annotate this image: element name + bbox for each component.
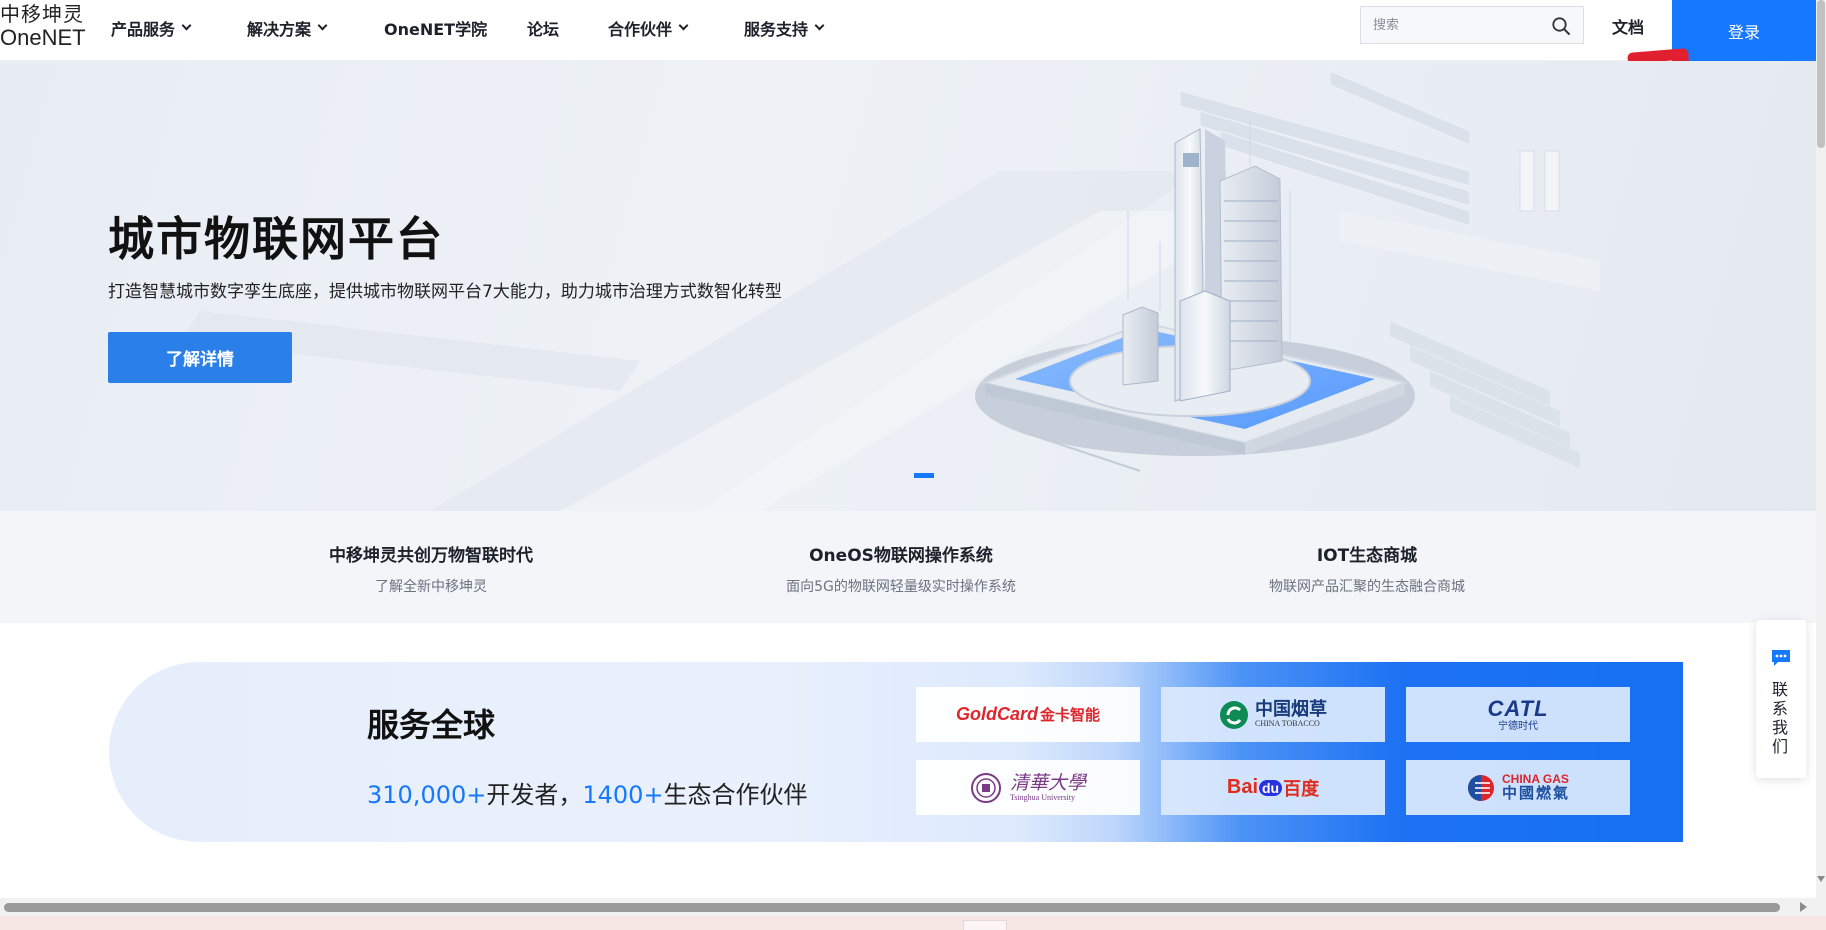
partner-logo-baidu: Bai du 百度 bbox=[1161, 760, 1385, 815]
chinagas-cn: 中國燃氣 bbox=[1501, 783, 1570, 802]
search-input[interactable] bbox=[1361, 7, 1541, 43]
tobacco-emblem-icon bbox=[1220, 700, 1248, 729]
nav-item-support[interactable]: 服务支持 bbox=[744, 16, 825, 40]
nav-item-label: 合作伙伴 bbox=[608, 20, 673, 39]
nav-item-label: 论坛 bbox=[527, 20, 560, 39]
feature-title: IOT生态商城 bbox=[1316, 546, 1418, 566]
developers-count: 310,000+ bbox=[367, 781, 487, 809]
nav-item-label: 服务支持 bbox=[744, 20, 809, 39]
browser-bottom-bar bbox=[0, 916, 1826, 930]
login-button[interactable]: 登录 bbox=[1672, 0, 1816, 61]
horizontal-scrollbar[interactable] bbox=[0, 898, 1816, 916]
hero-title: 城市物联网平台 bbox=[108, 212, 444, 266]
partner-logo-tsinghua: 清華大學 Tsinghua University bbox=[916, 760, 1140, 815]
tobacco-en: CHINA TOBACCO bbox=[1255, 718, 1320, 728]
global-stats: 310,000+开发者，1400+生态合作伙伴 bbox=[367, 775, 808, 810]
tsinghua-cn: 清華大學 bbox=[1009, 771, 1086, 794]
nav-item-products[interactable]: 产品服务 bbox=[111, 16, 192, 40]
bottom-bar-segment bbox=[963, 920, 1007, 930]
global-title: 服务全球 bbox=[367, 706, 496, 744]
chevron-down-icon bbox=[181, 20, 192, 31]
feature-card-oneos[interactable]: OneOS物联网操作系统 面向5G的物联网轻量级实时操作系统 bbox=[741, 541, 1061, 596]
feature-strip: 中移坤灵共创万物智联时代 了解全新中移坤灵 OneOS物联网操作系统 面向5G的… bbox=[0, 511, 1816, 623]
partners-count: 1400+ bbox=[582, 781, 664, 809]
onenet-logo[interactable]: 中移坤灵 OneNET bbox=[0, 4, 86, 49]
baidu-cn: 百度 bbox=[1283, 778, 1320, 799]
nav-item-forum[interactable]: 论坛 bbox=[527, 16, 559, 40]
nav-item-label: 解决方案 bbox=[247, 20, 312, 39]
tsinghua-en: Tsinghua University bbox=[1009, 792, 1075, 802]
feature-desc: 物联网产品汇聚的生态融合商城 bbox=[1269, 579, 1465, 595]
baidu-en2: du bbox=[1259, 779, 1283, 796]
vertical-scrollbar[interactable] bbox=[1816, 0, 1826, 930]
feature-title: OneOS物联网操作系统 bbox=[809, 546, 993, 566]
feature-card-iot-mall[interactable]: IOT生态商城 物联网产品汇聚的生态融合商城 bbox=[1207, 541, 1527, 596]
catl-cn: 宁德时代 bbox=[1498, 720, 1538, 732]
search-icon[interactable] bbox=[1551, 16, 1571, 36]
catl-en: CATL bbox=[1487, 695, 1549, 721]
chat-icon bbox=[1772, 650, 1790, 666]
logo-cn: 中移坤灵 bbox=[0, 2, 84, 26]
nav-item-label: 产品服务 bbox=[111, 20, 176, 39]
docs-link[interactable]: 文档 bbox=[1612, 14, 1644, 38]
chevron-down-icon bbox=[317, 20, 328, 31]
chevron-down-icon bbox=[814, 20, 825, 31]
goldcard-cn: 金卡智能 bbox=[1040, 707, 1101, 724]
contact-us-label: 联系我们 bbox=[1772, 680, 1789, 756]
partner-logo-china-gas: CHINA GAS 中國燃氣 bbox=[1406, 760, 1630, 815]
feature-desc: 了解全新中移坤灵 bbox=[375, 579, 487, 595]
search-box bbox=[1360, 6, 1584, 44]
scroll-down-icon[interactable] bbox=[1817, 876, 1825, 882]
partner-logo-china-tobacco: 中国烟草 CHINA TOBACCO bbox=[1161, 687, 1385, 742]
chevron-down-icon bbox=[678, 20, 689, 31]
top-navbar: 中移坤灵 OneNET 产品服务 解决方案 OneNET学院 论坛 合作伙伴 服… bbox=[0, 0, 1816, 61]
nav-item-solutions[interactable]: 解决方案 bbox=[247, 16, 328, 40]
partner-logo-goldcard: GoldCard 金卡智能 bbox=[916, 687, 1140, 742]
learn-more-button[interactable]: 了解详情 bbox=[108, 332, 292, 383]
horizontal-scroll-thumb[interactable] bbox=[4, 903, 1780, 912]
contact-us-float-button[interactable]: 联系我们 bbox=[1756, 620, 1806, 778]
goldcard-logo: GoldCard 金卡智能 bbox=[956, 704, 1100, 725]
goldcard-en: GoldCard bbox=[955, 704, 1038, 724]
nav-item-label: OneNET学院 bbox=[384, 20, 488, 39]
chinagas-emblem-icon bbox=[1467, 774, 1494, 801]
developers-label: 开发者， bbox=[486, 781, 583, 809]
vertical-scroll-thumb[interactable] bbox=[1817, 0, 1825, 148]
nav-item-academy[interactable]: OneNET学院 bbox=[384, 16, 487, 40]
feature-title: 中移坤灵共创万物智联时代 bbox=[329, 546, 533, 566]
carousel-indicator[interactable] bbox=[914, 473, 934, 478]
baidu-logo: Bai du 百度 bbox=[1227, 775, 1319, 801]
nav-item-partners[interactable]: 合作伙伴 bbox=[608, 16, 689, 40]
global-service-banner: 服务全球 310,000+开发者，1400+生态合作伙伴 GoldCard 金卡… bbox=[109, 662, 1683, 842]
scroll-right-icon[interactable] bbox=[1800, 902, 1807, 912]
hero-carousel[interactable]: 城市物联网平台 打造智慧城市数字孪生底座，提供城市物联网平台7大能力，助力城市治… bbox=[0, 61, 1816, 511]
baidu-en1: Bai bbox=[1226, 776, 1258, 798]
partner-logo-catl: CATL 宁德时代 bbox=[1406, 687, 1630, 742]
tsinghua-seal-icon bbox=[970, 772, 1001, 803]
feature-desc: 面向5G的物联网轻量级实时操作系统 bbox=[786, 579, 1016, 595]
feature-card-kunling[interactable]: 中移坤灵共创万物智联时代 了解全新中移坤灵 bbox=[271, 541, 591, 596]
partners-label: 生态合作伙伴 bbox=[663, 781, 808, 809]
tobacco-cn: 中国烟草 bbox=[1255, 698, 1327, 720]
hero-subtitle: 打造智慧城市数字孪生底座，提供城市物联网平台7大能力，助力城市治理方式数智化转型 bbox=[108, 282, 782, 302]
logo-en: OneNET bbox=[0, 25, 86, 50]
